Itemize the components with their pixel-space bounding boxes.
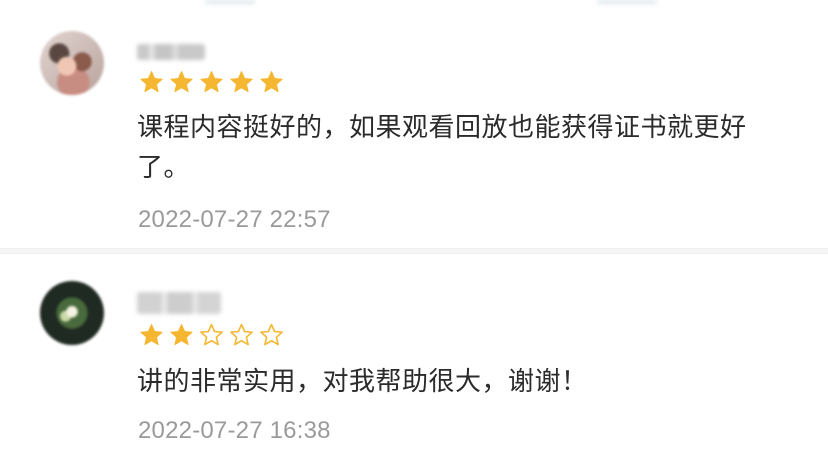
- star-filled-icon: [199, 70, 224, 95]
- comment-timestamp: 2022-07-27 16:38: [138, 417, 331, 444]
- star-empty-icon: [229, 323, 254, 348]
- user-avatar[interactable]: [40, 31, 104, 95]
- comment-list: 课程内容挺好的，如果观看回放也能获得证书就更好了。 2022-07-27 22:…: [0, 0, 828, 463]
- comment-item: 课程内容挺好的，如果观看回放也能获得证书就更好了。 2022-07-27 22:…: [0, 0, 828, 248]
- star-filled-icon: [229, 70, 254, 95]
- username-redacted: [137, 292, 221, 314]
- star-empty-icon: [259, 323, 284, 348]
- comment-text: 课程内容挺好的，如果观看回放也能获得证书就更好了。: [137, 113, 747, 183]
- star-filled-icon: [169, 70, 194, 95]
- comment-text: 讲的非常实用，对我帮助很大，谢谢！: [137, 367, 588, 397]
- star-rating: [139, 70, 284, 95]
- star-filled-icon: [259, 70, 284, 95]
- star-filled-icon: [139, 323, 164, 348]
- star-rating: [139, 323, 284, 348]
- comment-timestamp: 2022-07-27 22:57: [138, 206, 331, 233]
- star-empty-icon: [199, 323, 224, 348]
- user-avatar[interactable]: [40, 281, 104, 345]
- star-filled-icon: [169, 323, 194, 348]
- username-redacted: [137, 44, 205, 60]
- comment-item: 讲的非常实用，对我帮助很大，谢谢！ 2022-07-27 16:38: [0, 254, 828, 463]
- star-filled-icon: [139, 70, 164, 95]
